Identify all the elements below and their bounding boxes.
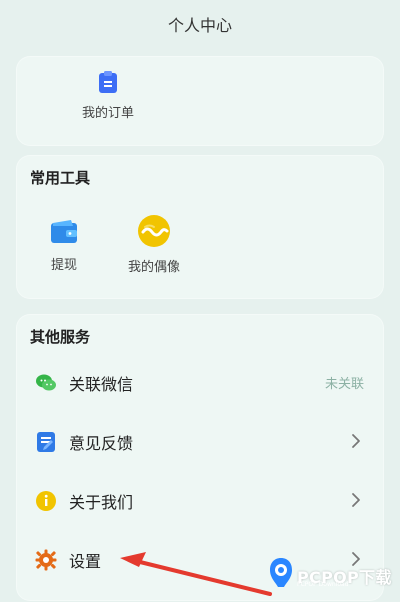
clipboard-icon — [97, 70, 119, 94]
page-header: 个人中心 — [0, 0, 400, 48]
wechat-status-text: 未关联 — [324, 377, 364, 392]
my-idol-label: 我的偶像 — [127, 260, 180, 275]
orders-card: 我的订单 — [16, 56, 384, 146]
wechat-icon — [34, 371, 58, 395]
common-tools-card: 常用工具 提现 我的偶像 — [16, 155, 384, 299]
chevron-right-icon — [346, 429, 366, 453]
my-orders-button[interactable]: 我的订单 — [68, 70, 148, 121]
withdraw-button[interactable]: 提现 — [24, 218, 104, 273]
my-idol-button[interactable]: 我的偶像 — [114, 214, 194, 275]
gear-icon — [34, 548, 58, 572]
withdraw-label: 提现 — [50, 258, 77, 273]
service-label-about: 关于我们 — [69, 493, 134, 512]
service-label-feedback: 意见反馈 — [69, 434, 134, 453]
service-row-feedback[interactable]: 意见反馈 — [16, 413, 384, 471]
service-label-wechat: 关联微信 — [69, 375, 134, 394]
feedback-icon — [34, 430, 58, 454]
watermark: PCPOP下载 PCPOP Download — [266, 556, 394, 592]
service-row-wechat[interactable]: 关联微信 未关联 — [16, 354, 384, 412]
watermark-subtext: PCPOP Download — [297, 581, 349, 588]
page-title: 个人中心 — [167, 16, 232, 35]
info-icon — [34, 489, 58, 513]
wallet-icon — [47, 218, 81, 246]
service-row-about[interactable]: 关于我们 — [16, 472, 384, 530]
chevron-right-icon — [346, 488, 366, 512]
idol-icon — [137, 214, 171, 248]
section-title-common-tools: 常用工具 — [30, 169, 91, 187]
section-title-other-services: 其他服务 — [30, 328, 91, 346]
my-orders-label: 我的订单 — [81, 106, 134, 121]
service-label-settings: 设置 — [69, 552, 102, 571]
pcpop-logo-icon — [270, 558, 292, 587]
